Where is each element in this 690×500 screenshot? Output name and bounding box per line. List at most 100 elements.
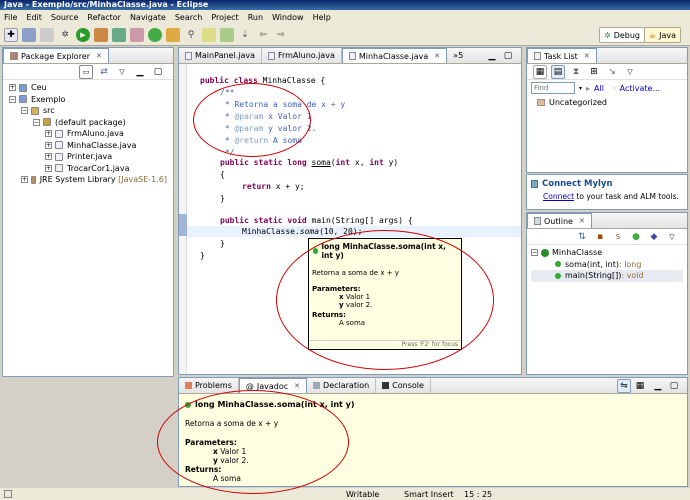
annotation-icon[interactable]: [220, 27, 234, 42]
menu-source[interactable]: Source: [51, 13, 78, 22]
expand-icon[interactable]: +: [45, 153, 52, 161]
close-icon[interactable]: ✕: [584, 52, 590, 60]
hide-static-icon[interactable]: S: [611, 230, 625, 244]
open-attached-javadoc-icon[interactable]: ▦: [633, 379, 647, 393]
forward-icon[interactable]: ⇨: [274, 28, 288, 42]
mylyn-connect-link[interactable]: Connect: [543, 192, 574, 201]
dropdown-icon[interactable]: ▾: [579, 85, 582, 92]
tab-declaration[interactable]: Declaration: [307, 378, 377, 393]
task-filter-all-link[interactable]: All: [594, 84, 604, 93]
menu-navigate[interactable]: Navigate: [130, 13, 166, 22]
collapse-all-icon[interactable]: ▭: [79, 64, 93, 79]
tab-frmaluno[interactable]: FrmAluno.java: [262, 48, 342, 63]
menu-edit[interactable]: Edit: [26, 13, 42, 22]
tree-item-default-package[interactable]: − (default package): [9, 117, 167, 129]
task-list-tab[interactable]: Task List ✕: [527, 48, 597, 63]
outline-tab[interactable]: Outline ✕: [527, 213, 592, 228]
bottom-tabbar: Problems @ Javadoc ✕ Declaration Console ⇋…: [179, 378, 687, 394]
activate-task-link[interactable]: Activate...: [620, 84, 660, 93]
categorized-icon[interactable]: ▤: [551, 64, 565, 79]
collapse-icon[interactable]: −: [531, 249, 538, 257]
external-tools-icon[interactable]: [94, 27, 108, 42]
collapse-icon[interactable]: −: [21, 107, 28, 115]
back-icon[interactable]: ⇋: [617, 379, 631, 393]
status-fastview-icon[interactable]: [4, 490, 12, 498]
task-find-input[interactable]: [531, 82, 575, 94]
tab-overflow[interactable]: »5: [447, 48, 469, 63]
next-annotation-icon[interactable]: ⇣: [238, 28, 252, 42]
new-java-project-icon[interactable]: [112, 27, 126, 42]
back-icon[interactable]: ⇦: [256, 28, 270, 42]
menu-project[interactable]: Project: [211, 13, 238, 22]
hide-local-types-icon[interactable]: ◆: [647, 230, 661, 244]
run-icon[interactable]: ▶: [76, 27, 90, 42]
expand-icon[interactable]: +: [45, 130, 52, 138]
tree-item-ceu[interactable]: + Ceu: [9, 82, 167, 94]
outline-item-method[interactable]: soma(int, int) : long: [531, 259, 683, 271]
code-line: * @param y valor 2.: [220, 124, 317, 133]
expand-icon[interactable]: +: [45, 164, 52, 172]
search-icon[interactable]: ⚲: [184, 28, 198, 42]
maximize-icon[interactable]: ▢: [151, 65, 165, 79]
tab-console[interactable]: Console: [376, 378, 431, 393]
debug-perspective-button[interactable]: ✲ Debug: [599, 27, 646, 43]
expand-icon[interactable]: +: [21, 176, 28, 184]
focus-icon[interactable]: ⊞: [587, 65, 601, 79]
new-package-icon[interactable]: [130, 27, 144, 42]
collapse-icon[interactable]: −: [33, 118, 40, 126]
toggle-mark-icon[interactable]: [202, 27, 216, 42]
menu-refactor[interactable]: Refactor: [87, 13, 121, 22]
expand-icon[interactable]: +: [9, 84, 16, 92]
outline-item-method[interactable]: main(String[]) : void: [531, 270, 683, 282]
menu-window[interactable]: Window: [272, 13, 304, 22]
outline-item-class[interactable]: − MinhaClasse: [531, 247, 683, 259]
close-icon[interactable]: ✕: [434, 52, 440, 60]
close-icon[interactable]: ✕: [294, 382, 300, 390]
maximize-icon[interactable]: ▢: [501, 49, 515, 63]
tab-problems[interactable]: Problems: [179, 378, 239, 393]
open-type-icon[interactable]: [166, 27, 180, 42]
minimize-icon[interactable]: ▁: [133, 65, 147, 79]
package-explorer-tab[interactable]: Package Explorer ✕: [3, 48, 109, 63]
task-category-row[interactable]: Uncategorized: [527, 96, 687, 109]
close-icon[interactable]: ✕: [579, 217, 585, 225]
hide-nonpublic-icon[interactable]: ●: [629, 230, 643, 244]
close-icon[interactable]: ✕: [96, 52, 102, 60]
scheduled-icon[interactable]: ⧗: [569, 65, 583, 79]
maximize-icon[interactable]: ▢: [667, 379, 681, 393]
menu-run[interactable]: Run: [248, 13, 263, 22]
debug-icon[interactable]: ✲: [58, 28, 72, 42]
minimize-icon[interactable]: ▁: [651, 379, 665, 393]
hide-completed-icon[interactable]: ↘: [605, 65, 619, 79]
java-perspective-button[interactable]: ☕ Java: [644, 27, 682, 43]
tab-mainpanel[interactable]: MainPanel.java: [179, 48, 262, 63]
print-icon[interactable]: [40, 27, 54, 42]
tab-minhaclasse[interactable]: MinhaClasse.java ✕: [341, 48, 448, 63]
tree-item-exemplo[interactable]: − Exemplo: [9, 94, 167, 106]
new-icon[interactable]: ✚: [4, 27, 18, 42]
sort-icon[interactable]: ⇅: [575, 230, 589, 244]
tree-item-file[interactable]: + Printer.java: [9, 151, 167, 163]
expand-icon[interactable]: +: [45, 141, 52, 149]
code-line: }: [220, 239, 225, 248]
javadoc-returns-desc: A soma: [213, 474, 241, 483]
link-editor-icon[interactable]: ⇄: [97, 65, 111, 79]
new-class-icon[interactable]: [148, 27, 162, 42]
menu-help[interactable]: Help: [313, 13, 331, 22]
tree-item-jre[interactable]: + JRE System Library [JavaSE-1.6]: [9, 174, 167, 186]
minimize-icon[interactable]: ▁: [485, 49, 499, 63]
view-menu-icon[interactable]: ▽: [665, 230, 679, 244]
tab-javadoc[interactable]: @ Javadoc ✕: [238, 378, 308, 393]
save-icon[interactable]: [22, 27, 36, 42]
tree-item-file[interactable]: + FrmAluno.java: [9, 128, 167, 140]
view-menu-icon[interactable]: ▽: [115, 65, 129, 79]
collapse-icon[interactable]: −: [9, 95, 16, 103]
tree-item-file[interactable]: + TrocarCor1.java: [9, 163, 167, 175]
tree-item-file[interactable]: + MinhaClasse.java: [9, 140, 167, 152]
tree-item-src[interactable]: − src: [9, 105, 167, 117]
view-menu-icon[interactable]: ▽: [623, 65, 637, 79]
hide-fields-icon[interactable]: ▪: [593, 230, 607, 244]
menu-search[interactable]: Search: [175, 13, 202, 22]
menu-file[interactable]: File: [4, 13, 17, 22]
new-task-icon[interactable]: ▦: [533, 64, 547, 79]
